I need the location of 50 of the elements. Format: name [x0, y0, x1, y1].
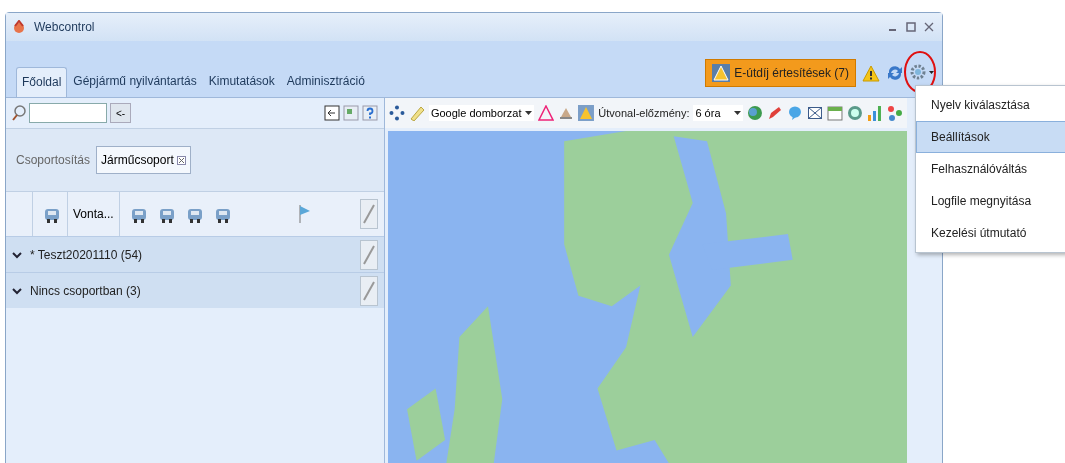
map-type-dropdown[interactable]: Google domborzat [428, 105, 535, 121]
nav-tab[interactable]: Adminisztráció [280, 67, 371, 97]
panel-toggle-icon[interactable] [324, 105, 340, 121]
nav-tab[interactable]: Kimutatások [202, 67, 281, 97]
pan-icon[interactable] [389, 105, 405, 121]
envelope-icon[interactable] [807, 105, 824, 121]
edit-icon[interactable] [360, 199, 378, 229]
edit-icon[interactable] [360, 275, 378, 306]
warning-sign-icon[interactable] [578, 105, 595, 121]
warning-icon[interactable] [862, 64, 880, 82]
menu-item[interactable]: Logfile megnyitása [916, 185, 1065, 217]
back-button[interactable]: <- [110, 103, 132, 123]
menu-item[interactable]: Kezelési útmutató [916, 217, 1065, 249]
route-history-dropdown[interactable]: 6 óra [693, 105, 744, 121]
bar-chart-icon[interactable] [867, 105, 884, 121]
network-icon[interactable] [887, 105, 904, 121]
nav-tab[interactable]: Főoldal [16, 67, 68, 97]
triangle-icon[interactable] [538, 105, 555, 121]
help-icon[interactable] [362, 105, 378, 121]
menu-item[interactable]: Beállítások [916, 121, 1065, 153]
globe-icon[interactable] [747, 105, 764, 121]
route-history-label: Útvonal-előzmény: [598, 107, 690, 119]
dropdown-caret-icon [734, 110, 742, 116]
menu-item[interactable]: Nyelv kiválasztása [916, 89, 1065, 121]
search-icon [12, 105, 26, 121]
group-label: Nincs csoportban (3) [30, 283, 141, 298]
dropdown-caret-icon [525, 110, 533, 116]
chevron-icon[interactable] [12, 285, 22, 296]
highlight-circle [903, 49, 937, 94]
settings-icon[interactable] [910, 63, 936, 80]
window-title: Webcontrol [34, 20, 95, 34]
warning-sign-icon [712, 64, 731, 82]
nav-tab[interactable]: Gépjármű nyilvántartás [67, 67, 203, 97]
chevron-icon[interactable] [12, 249, 22, 260]
app-logo-icon [12, 20, 26, 34]
grouping-label: Csoportosítás [16, 153, 91, 167]
edit-icon[interactable] [360, 239, 378, 270]
maximize-icon[interactable] [906, 22, 916, 32]
search-field[interactable] [29, 103, 107, 123]
group-label: * Teszt20201110 (54) [30, 247, 143, 262]
group-row[interactable]: Nincs csoportban (3) [6, 272, 384, 308]
group-chip[interactable]: Járműcsoport [96, 146, 191, 174]
menu-item[interactable]: Felhasználóváltás [916, 153, 1065, 185]
group-row[interactable]: * Teszt20201110 (54) [6, 236, 384, 272]
remove-icon[interactable] [176, 155, 186, 165]
notification-button[interactable]: E-útdíj értesítések (7) [705, 59, 856, 87]
close-icon[interactable] [924, 22, 934, 32]
refresh-icon[interactable] [886, 64, 904, 82]
pencil-icon[interactable] [767, 105, 784, 121]
flag-icon[interactable] [297, 204, 312, 224]
